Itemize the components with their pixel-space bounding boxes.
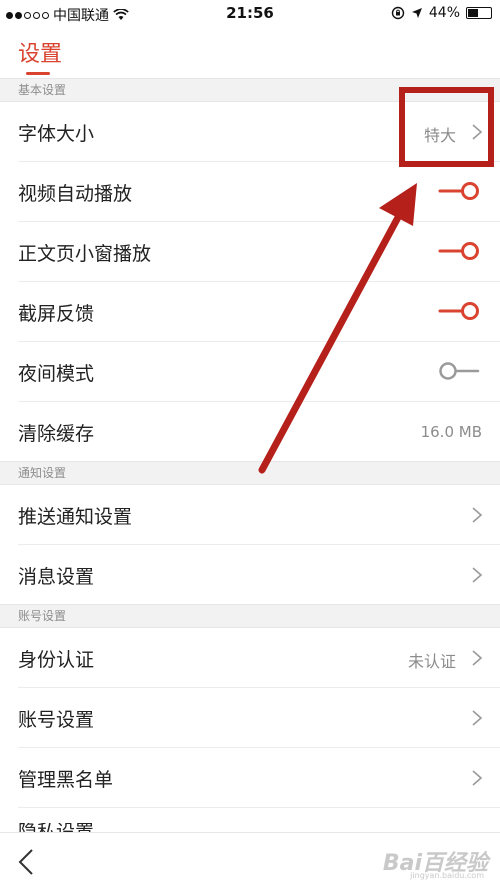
status-bar: 中国联通 21:56 44% [0, 0, 500, 28]
toggle-on-icon[interactable] [438, 301, 480, 321]
row-label: 视频自动播放 [18, 183, 133, 205]
row-night-mode[interactable]: 夜间模式 [0, 342, 500, 402]
battery-icon [466, 7, 492, 19]
back-arrow-icon[interactable] [16, 847, 36, 877]
row-video-autoplay[interactable]: 视频自动播放 [0, 162, 500, 222]
row-push-settings[interactable]: 推送通知设置 [0, 485, 500, 545]
row-label: 消息设置 [18, 566, 95, 588]
row-mini-window-play[interactable]: 正文页小窗播放 [0, 222, 500, 282]
row-message-settings[interactable]: 消息设置 [0, 545, 500, 605]
battery-fill [468, 9, 478, 17]
battery-percent: 44% [428, 5, 460, 21]
section-header-notification: 通知设置 [0, 461, 500, 485]
chevron-right-icon [472, 567, 483, 583]
row-label: 字体大小 [18, 123, 95, 145]
chevron-right-icon [472, 710, 483, 726]
status-right: 44% [391, 5, 492, 21]
watermark-url: jingyan.baidu.com [410, 871, 484, 880]
row-label: 账号设置 [18, 709, 95, 731]
annotation-highlight-box [399, 87, 494, 167]
location-arrow-icon [411, 8, 422, 18]
page-title: 设置 [18, 42, 63, 67]
toggle-on-icon[interactable] [438, 241, 480, 261]
title-underline [26, 72, 50, 75]
row-identity-verification[interactable]: 身份认证 未认证 [0, 628, 500, 688]
toggle-on-icon[interactable] [438, 181, 480, 201]
row-label: 夜间模式 [18, 363, 95, 385]
toggle-off-icon[interactable] [438, 361, 480, 381]
row-clear-cache[interactable]: 清除缓存 16.0 MB [0, 402, 500, 462]
row-label: 正文页小窗播放 [18, 243, 152, 265]
chevron-right-icon [472, 650, 483, 666]
row-label: 截屏反馈 [18, 303, 95, 325]
lock-rotation-icon [391, 6, 405, 20]
row-blacklist[interactable]: 管理黑名单 [0, 748, 500, 808]
chevron-right-icon [472, 507, 483, 523]
section-header-account: 账号设置 [0, 604, 500, 628]
cache-size-value: 16.0 MB [420, 423, 482, 441]
row-account-settings[interactable]: 账号设置 [0, 688, 500, 748]
bottom-bar: Bai百经验 jingyan.baidu.com [0, 832, 500, 889]
row-label: 推送通知设置 [18, 506, 133, 528]
chevron-right-icon [472, 770, 483, 786]
verification-status: 未认证 [407, 652, 456, 671]
row-label: 清除缓存 [18, 423, 95, 445]
row-label: 身份认证 [18, 649, 95, 671]
row-label: 管理黑名单 [18, 769, 114, 791]
row-screenshot-feedback[interactable]: 截屏反馈 [0, 282, 500, 342]
